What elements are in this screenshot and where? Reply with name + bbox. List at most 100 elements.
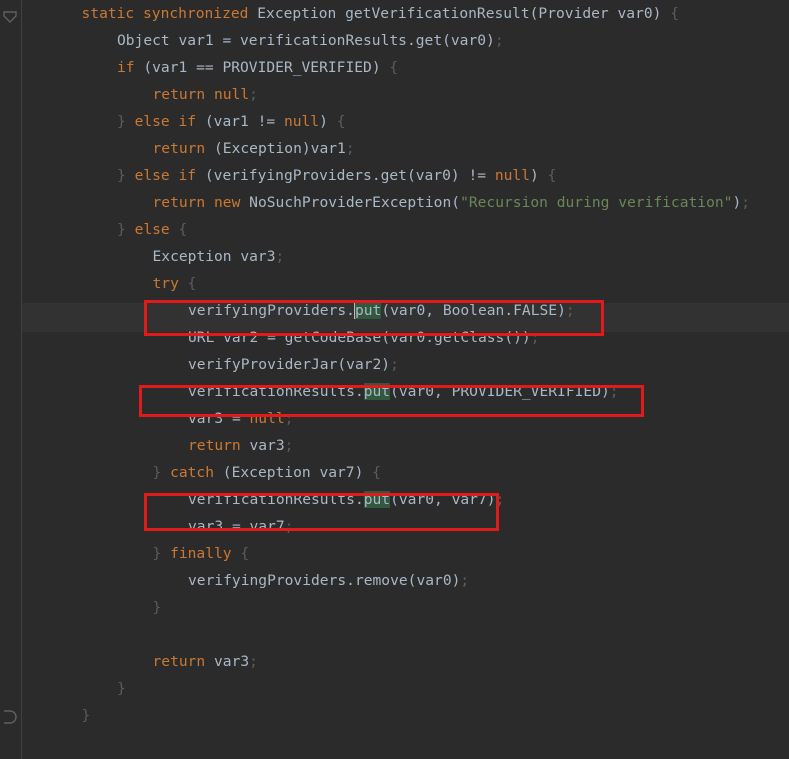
code-token: ;: [609, 383, 619, 400]
code-token: ;: [390, 356, 399, 373]
code-token: {: [336, 113, 346, 130]
code-line[interactable]: Exception var3;: [22, 243, 789, 270]
code-token: ;: [249, 653, 258, 670]
code-token: static: [81, 5, 144, 22]
code-token: null: [494, 167, 530, 184]
code-token: return: [152, 653, 215, 670]
code-token: ;: [494, 32, 504, 49]
code-line[interactable]: verifyingProviders.remove(var0);: [22, 567, 789, 594]
code-token: (var0): [406, 167, 469, 184]
code-token: ;: [284, 437, 294, 454]
code-line[interactable]: static synchronized Exception getVerific…: [22, 0, 789, 27]
code-token: !=: [257, 113, 284, 130]
code-token: (verifyingProviders: [204, 167, 372, 184]
code-line[interactable]: return null;: [22, 81, 789, 108]
code-line[interactable]: [22, 621, 789, 648]
code-line[interactable]: } else if (var1 != null) {: [22, 108, 789, 135]
code-token: else: [134, 167, 179, 184]
code-token: .: [346, 572, 355, 589]
code-token: ;: [345, 140, 355, 157]
code-line[interactable]: return new NoSuchProviderException("Recu…: [22, 189, 789, 216]
code-line[interactable]: verificationResults.put(var0, PROVIDER_V…: [22, 378, 789, 405]
code-token: (var1: [204, 113, 258, 130]
code-line[interactable]: } catch (Exception var7) {: [22, 459, 789, 486]
code-token: Boolean: [442, 302, 505, 319]
fold-collapse-arrow-icon-bottom[interactable]: [2, 709, 20, 727]
code-token: ): [530, 167, 548, 184]
code-token: =: [222, 32, 241, 49]
code-token: ): [371, 59, 390, 76]
code-token: null: [283, 113, 320, 130]
code-line[interactable]: } else {: [22, 216, 789, 243]
code-token: verifyingProviders: [188, 302, 347, 319]
code-token: (Exception)var1: [214, 140, 346, 157]
code-line[interactable]: verifyingProviders.put(var0, Boolean.FAL…: [22, 297, 789, 324]
code-editor-text[interactable]: static synchronized Exception getVerific…: [22, 0, 789, 759]
code-token: verificationResults: [188, 491, 355, 508]
code-token: NoSuchProviderException: [249, 194, 452, 211]
code-line[interactable]: return var3;: [22, 648, 789, 675]
code-token: {: [240, 545, 250, 562]
fold-collapse-arrow-icon-top[interactable]: [2, 10, 20, 28]
code-line[interactable]: return (Exception)var1;: [22, 135, 789, 162]
code-line[interactable]: try {: [22, 270, 789, 297]
code-token: ;: [495, 491, 505, 508]
code-line[interactable]: if (var1 == PROVIDER_VERIFIED) {: [22, 54, 789, 81]
code-token: PROVIDER_VERIFIED: [451, 383, 601, 400]
code-token: ;: [530, 329, 540, 346]
code-token: synchronized: [143, 5, 258, 22]
code-line[interactable]: return var3;: [22, 432, 789, 459]
code-line[interactable]: verifyProviderJar(var2);: [22, 351, 789, 378]
code-line[interactable]: var3 = null;: [22, 405, 789, 432]
code-token: {: [187, 275, 197, 292]
code-token: ;: [565, 302, 575, 319]
code-token: ): [652, 5, 671, 22]
code-token: }: [152, 545, 171, 562]
code-line[interactable]: }: [22, 702, 789, 729]
code-token: (var0,: [390, 491, 452, 508]
code-line[interactable]: var3 = var7;: [22, 513, 789, 540]
code-token: .: [354, 383, 364, 400]
code-token: }: [117, 167, 135, 184]
code-token: Object var1: [117, 32, 223, 49]
code-token: verificationResults: [240, 32, 407, 49]
code-token: (var0: [381, 329, 426, 346]
code-token: PROVIDER_VERIFIED: [222, 59, 372, 76]
code-token: (Exception var7: [222, 464, 355, 481]
code-token: ): [600, 383, 610, 400]
code-token: }: [152, 464, 171, 481]
code-line[interactable]: } else if (verifyingProviders.get(var0) …: [22, 162, 789, 189]
code-token: ): [732, 194, 742, 211]
code-token: ;: [284, 518, 294, 535]
code-token: }: [81, 707, 91, 724]
code-line[interactable]: } finally {: [22, 540, 789, 567]
code-token: =: [267, 329, 285, 346]
code-token: ;: [275, 248, 285, 265]
code-token: getClass: [434, 329, 505, 346]
code-token: if: [178, 113, 205, 130]
code-token: "Recursion during verification": [460, 194, 733, 211]
code-token: ;: [249, 86, 258, 103]
code-token: (var0,: [390, 383, 452, 400]
code-token: getCodeBase: [284, 329, 382, 346]
code-token: =: [231, 410, 250, 427]
code-line[interactable]: }: [22, 594, 789, 621]
code-line[interactable]: }: [22, 675, 789, 702]
code-line[interactable]: URL var2 = getCodeBase(var0.getClass());: [22, 324, 789, 351]
code-token: {: [178, 221, 188, 238]
editor-gutter[interactable]: [0, 0, 22, 759]
code-token: (var0,: [381, 302, 443, 319]
code-line[interactable]: verificationResults.put(var0, var7);: [22, 486, 789, 513]
code-token: =: [231, 518, 250, 535]
code-token: else: [134, 113, 179, 130]
code-token: return: [152, 140, 215, 157]
code-token: {: [389, 59, 399, 76]
code-token: finally: [170, 545, 241, 562]
code-token: .: [504, 302, 514, 319]
code-token: verificationResults: [188, 383, 355, 400]
code-token: get: [380, 167, 407, 184]
code-token: (var0): [407, 572, 461, 589]
code-token: get: [415, 32, 443, 49]
code-token: .: [425, 329, 435, 346]
code-line[interactable]: Object var1 = verificationResults.get(va…: [22, 27, 789, 54]
